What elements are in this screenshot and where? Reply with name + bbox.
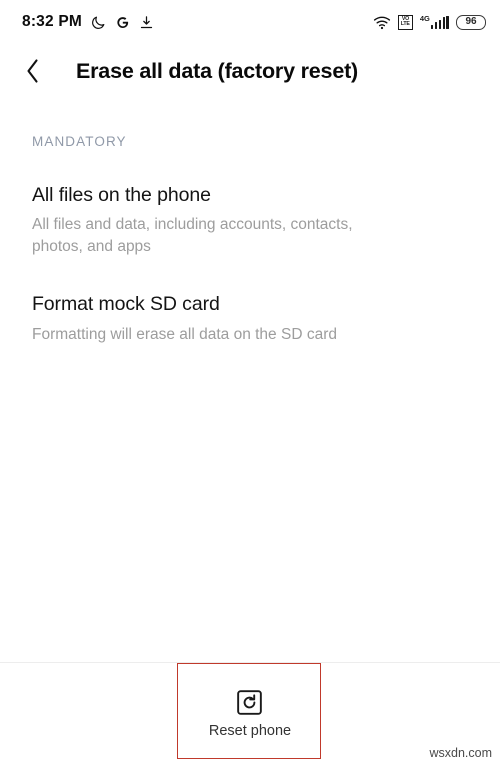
battery-percent: 96 (465, 16, 477, 27)
reset-phone-button[interactable]: Reset phone (181, 684, 319, 745)
list-item[interactable]: Format mock SD card Formatting will eras… (32, 292, 468, 345)
status-bar-right: VO LTE 4G 96 (373, 14, 486, 30)
status-clock: 8:32 PM (22, 13, 82, 30)
signal-bars (430, 15, 449, 29)
status-bar-left: 8:32 PM (22, 13, 154, 31)
signal-icon: 4G (420, 15, 449, 29)
network-type-label: 4G (419, 14, 430, 24)
wifi-icon (373, 15, 391, 30)
battery-icon: 96 (456, 14, 486, 30)
app-bar: Erase all data (factory reset) (0, 44, 500, 98)
list-item-description: Formatting will erase all data on the SD… (32, 325, 337, 343)
reset-phone-label: Reset phone (208, 722, 292, 739)
status-bar: 8:32 PM VO LTE 4G 96 (0, 0, 500, 44)
watermark: wsxdn.com (429, 746, 492, 760)
back-button[interactable] (22, 54, 52, 88)
google-icon (115, 15, 130, 30)
reset-phone-icon (237, 689, 263, 715)
list-item-description: All files and data, including accounts, … (32, 216, 353, 256)
list-item[interactable]: All files on the phone All files and dat… (32, 183, 468, 258)
back-chevron-icon (27, 59, 38, 83)
section-header-mandatory: MANDATORY (32, 134, 127, 149)
list-item-title: All files on the phone (32, 184, 211, 206)
moon-icon (91, 15, 106, 30)
settings-list: MANDATORY All files on the phone All fil… (0, 134, 500, 346)
page-title: Erase all data (factory reset) (76, 58, 358, 83)
bottom-action-bar: Reset phone (0, 662, 500, 765)
list-item-title: Format mock SD card (32, 293, 220, 316)
volte-line2: LTE (400, 21, 410, 27)
download-icon (139, 15, 154, 30)
volte-icon: VO LTE (397, 14, 413, 30)
